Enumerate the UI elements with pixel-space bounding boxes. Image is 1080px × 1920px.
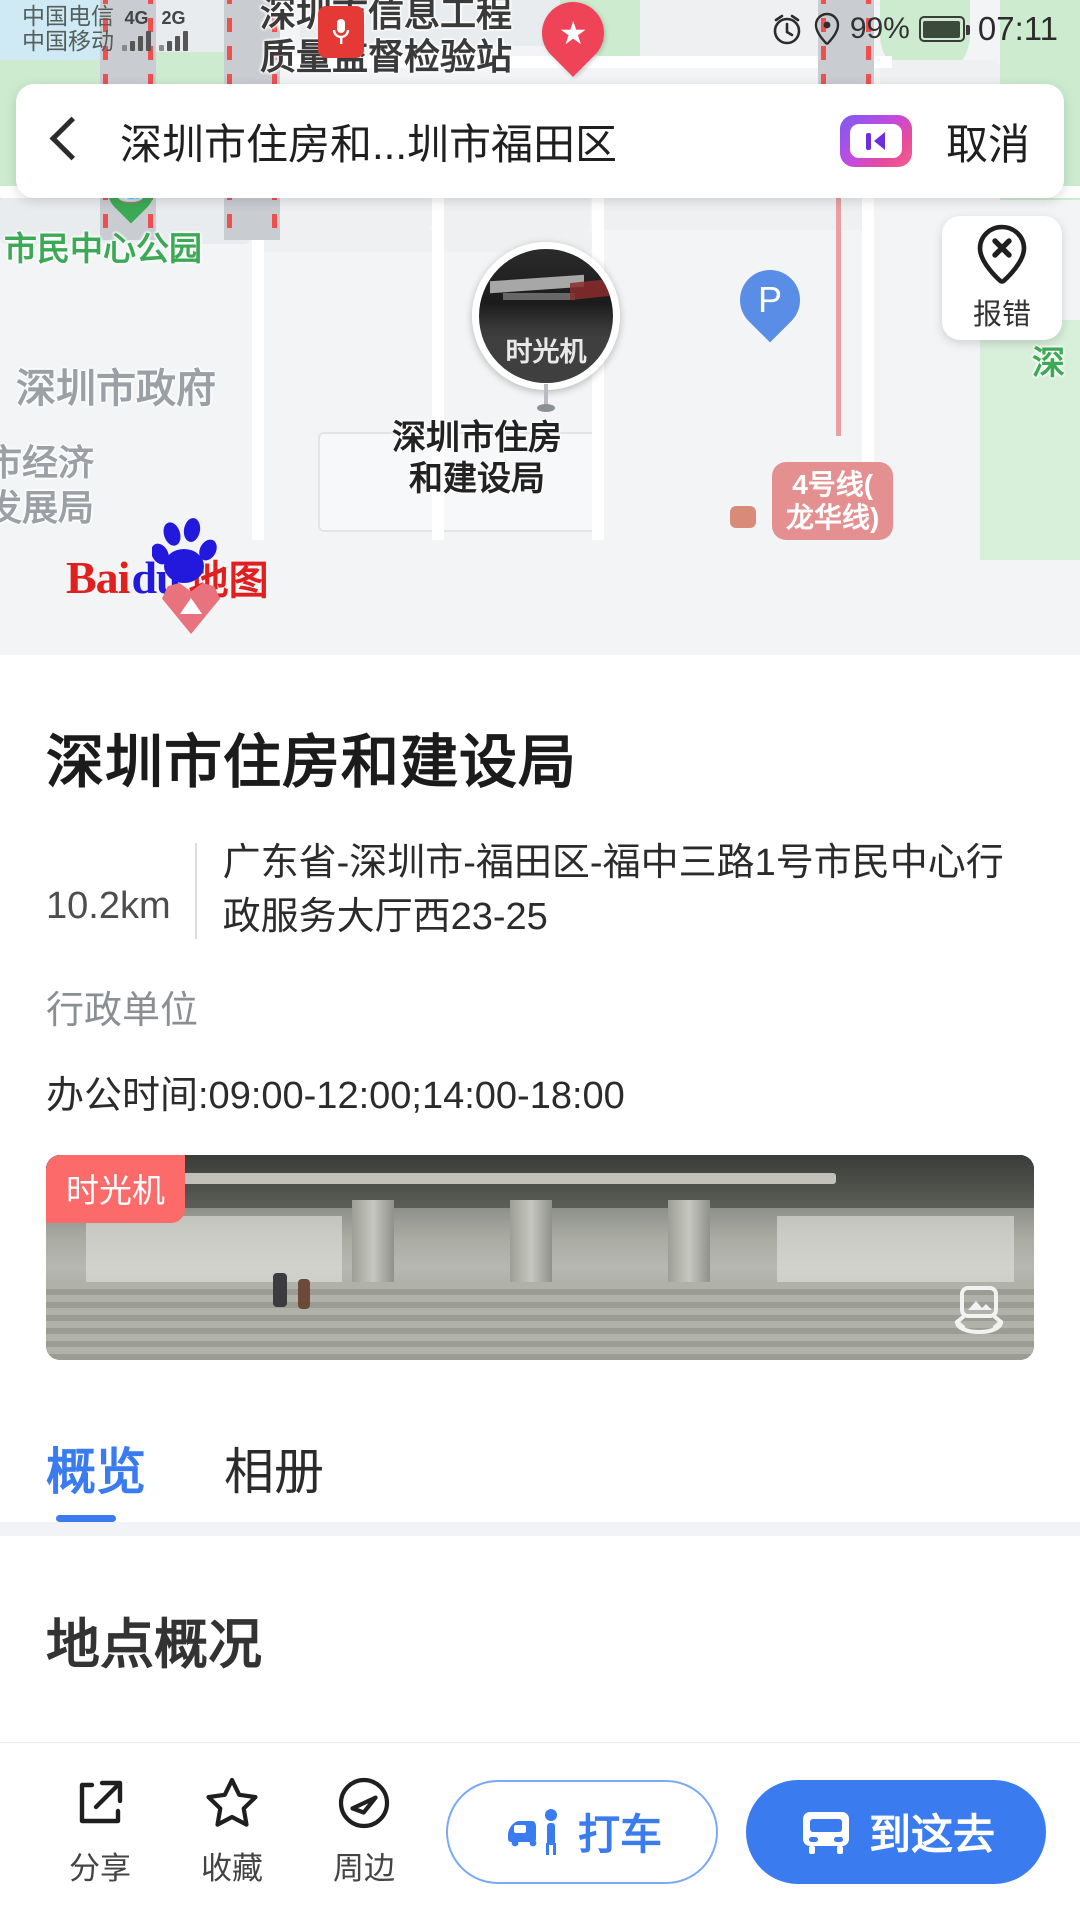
map-block: [600, 196, 870, 230]
voice-keyboard-icon[interactable]: [839, 115, 912, 167]
marker-anchor-dot: [537, 404, 555, 412]
distance-label: 10.2km: [46, 885, 171, 927]
map-label-right-green: 深: [1032, 344, 1065, 381]
taxi-icon: [507, 1808, 557, 1855]
tabs-divider: [0, 1521, 1080, 1536]
map-label-top-poi: 深圳市信息工程 质量监督检验站: [260, 0, 512, 78]
metro-line-1: 4号线(: [792, 469, 874, 500]
favorite-button[interactable]: 收藏: [166, 1775, 298, 1888]
map-label-line1: 深圳市住房: [392, 419, 562, 457]
compass-icon: [338, 1777, 390, 1829]
time-machine-label: 时光机: [505, 337, 587, 367]
navigate-button[interactable]: 到这去: [746, 1779, 1046, 1884]
map-label-line1: 深圳市信息工程: [260, 0, 513, 34]
microphone-glyph: [332, 19, 350, 44]
baidu-logo-bai: Bai: [66, 551, 130, 603]
bottom-action-bar: 分享 收藏 周边 打车 到这去: [0, 1742, 1080, 1920]
report-error-label: 报错: [972, 299, 1031, 331]
photo-lightbar: [164, 1173, 837, 1184]
selected-poi-marker[interactable]: 时光机: [472, 242, 620, 412]
metro-line-badge: 4号线( 龙华线): [772, 462, 894, 541]
map-block: [730, 506, 756, 528]
detail-tabs: 概览 相册: [46, 1432, 1080, 1522]
bus-icon: [802, 1811, 849, 1854]
navigate-label: 到这去: [868, 1811, 995, 1858]
search-bar[interactable]: 深圳市住房和...圳市福田区 取消: [16, 84, 1064, 198]
map-label-government: 深圳市政府: [16, 367, 216, 411]
taxi-label: 打车: [577, 1811, 662, 1858]
map-label-line2: 和建设局: [409, 460, 545, 499]
tab-overview[interactable]: 概览: [46, 1432, 146, 1522]
tab-album[interactable]: 相册: [224, 1432, 324, 1522]
photo-person: [297, 1278, 310, 1309]
cancel-button[interactable]: 取消: [946, 111, 1030, 172]
map-label-selected-poi: 深圳市住房 和建设局: [392, 418, 562, 501]
report-error-pin-icon: [977, 224, 1027, 284]
map-label-line1: 市经济: [0, 442, 95, 483]
app-root: 深圳市信息工程 质量监督检验站 ⛲ 市民中心公园 深圳市政府 市经济 发展局 深…: [0, 0, 1080, 1920]
nearby-label: 周边: [333, 1851, 395, 1886]
star-icon: [206, 1777, 258, 1827]
thumb-red-banner: [570, 279, 611, 301]
photo-pillar: [352, 1200, 395, 1295]
office-hours: 办公时间:09:00-12:00;14:00-18:00: [46, 1074, 625, 1117]
baidu-map-logo: Bai du 地图: [66, 518, 269, 634]
category-label: 行政单位: [46, 989, 199, 1032]
baidu-paw-icon: [152, 518, 217, 583]
share-label: 分享: [69, 1851, 131, 1886]
photo-steps: [46, 1282, 1034, 1360]
address-row: 10.2km 广东省-深圳市-福田区-福中三路1号市民中心行政服务大厅西23-2…: [46, 837, 1034, 945]
favorite-label: 收藏: [201, 1851, 263, 1886]
photo-pillar: [510, 1200, 553, 1295]
metro-line-2: 龙华线): [786, 502, 880, 534]
back-chevron-icon[interactable]: [50, 114, 84, 168]
parking-label: P: [757, 279, 783, 321]
keyboard-glyph: [849, 124, 902, 158]
panorama-photo-icon[interactable]: [944, 1284, 1014, 1344]
map-block: [440, 196, 590, 230]
poi-detail-sheet: 深圳市住房和建设局 10.2km 广东省-深圳市-福田区-福中三路1号市民中心行…: [0, 655, 1080, 1920]
time-machine-thumbnail: 时光机: [472, 242, 620, 390]
share-button[interactable]: 分享: [34, 1775, 166, 1888]
section-title-overview: 地点概况: [46, 1614, 262, 1675]
map-label-line2: 质量监督检验站: [260, 36, 513, 78]
map-label-park: 市民中心公园: [4, 230, 202, 267]
photo-person: [273, 1272, 288, 1307]
divider: [194, 843, 197, 939]
report-error-button[interactable]: 报错: [942, 216, 1062, 340]
map-label-left-poi: 市经济 发展局: [0, 440, 94, 530]
microphone-icon[interactable]: [318, 6, 364, 58]
map-green-right2: [980, 320, 1080, 560]
map-label-line2: 发展局: [0, 487, 95, 528]
search-input[interactable]: 深圳市住房和...圳市福田区: [120, 111, 840, 172]
map-subway-line: [836, 186, 841, 436]
taxi-button[interactable]: 打车: [446, 1779, 718, 1884]
address-text[interactable]: 广东省-深圳市-福田区-福中三路1号市民中心行政服务大厅西23-25: [223, 837, 1034, 945]
photo-storefront: [777, 1216, 1015, 1291]
map-block: [262, 196, 432, 230]
time-machine-badge: 时光机: [46, 1154, 185, 1223]
share-icon: [79, 1780, 123, 1824]
nearby-button[interactable]: 周边: [298, 1775, 430, 1888]
photo-pillar: [668, 1200, 711, 1295]
tab-album-label: 相册: [224, 1443, 324, 1500]
page-title: 深圳市住房和建设局: [46, 730, 578, 795]
poi-photo-banner[interactable]: 时光机: [46, 1154, 1034, 1360]
tab-overview-label: 概览: [46, 1443, 146, 1500]
thumb-roof2: [503, 293, 576, 300]
parking-marker-icon[interactable]: P: [727, 257, 813, 343]
